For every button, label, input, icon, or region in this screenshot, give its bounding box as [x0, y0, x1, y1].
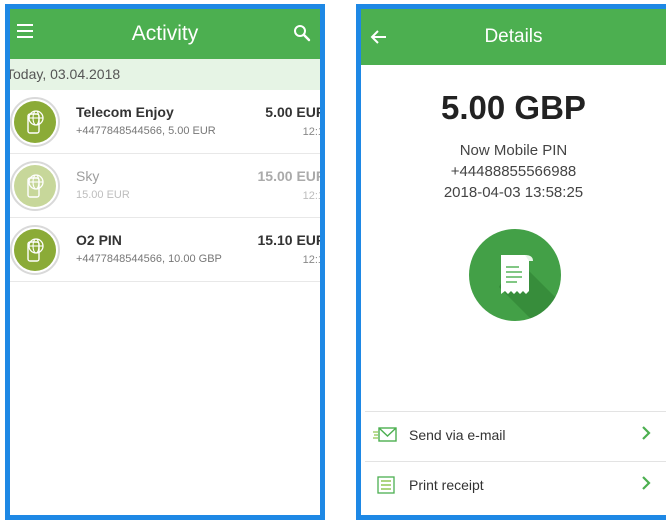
transaction-amount: 15.00 EUR — [257, 168, 325, 184]
print-receipt-label: Print receipt — [409, 476, 484, 493]
details-app-bar: Details — [361, 9, 666, 65]
transaction-list: Telecom Enjoy +4477848544566, 5.00 EUR 5… — [10, 90, 320, 282]
phone-globe-icon — [10, 161, 60, 211]
transaction-subtitle: +4477848544566, 10.00 GBP — [76, 253, 222, 265]
send-email-label: Send via e-mail — [409, 426, 506, 443]
transaction-row-telecom-enjoy[interactable]: Telecom Enjoy +4477848544566, 5.00 EUR 5… — [10, 90, 320, 154]
phone-globe-icon — [10, 225, 60, 275]
date-header: Today, 03.04.2018 — [10, 59, 320, 90]
details-title: Details — [484, 26, 543, 47]
details-datetime: 2018-04-03 13:58:25 — [443, 184, 584, 201]
chevron-right-icon — [642, 476, 651, 490]
details-amount: 5.00 GBP — [441, 89, 586, 126]
details-screen: Details 5.00 GBP Now Mobile PIN +4448885… — [356, 4, 666, 520]
chevron-right-icon — [642, 426, 651, 440]
activity-title: Activity — [131, 22, 199, 45]
transaction-subtitle: +4477848544566, 5.00 EUR — [76, 125, 216, 137]
transaction-time: 12:1 — [302, 126, 324, 138]
transaction-name: O2 PIN — [76, 232, 122, 248]
activity-app-bar: Activity — [10, 9, 320, 59]
transaction-name: Sky — [76, 168, 100, 184]
email-icon — [373, 426, 397, 442]
transaction-time: 12:1 — [302, 254, 324, 266]
search-icon[interactable] — [293, 24, 311, 42]
transaction-subtitle: 15.00 EUR — [76, 189, 130, 201]
details-phone: +44488855566988 — [450, 163, 577, 180]
transaction-row-sky[interactable]: Sky 15.00 EUR 15.00 EUR 12:1 — [10, 154, 320, 218]
transaction-amount: 15.10 EUR — [257, 232, 325, 248]
send-email-button[interactable]: Send via e-mail — [365, 411, 666, 457]
print-receipt-button[interactable]: Print receipt — [365, 461, 666, 507]
details-product: Now Mobile PIN — [459, 142, 568, 159]
phone-globe-icon — [10, 97, 60, 147]
receipt-icon — [469, 229, 561, 321]
transaction-time: 12:1 — [302, 190, 324, 202]
menu-icon[interactable] — [17, 24, 33, 38]
transaction-row-o2-pin[interactable]: O2 PIN +4477848544566, 10.00 GBP 15.10 E… — [10, 218, 320, 282]
transaction-name: Telecom Enjoy — [76, 104, 174, 120]
transaction-amount: 5.00 EUR — [265, 104, 325, 120]
receipt-print-icon — [377, 475, 395, 494]
activity-screen: Activity Today, 03.04.2018 Telecom Enjoy… — [5, 4, 325, 520]
